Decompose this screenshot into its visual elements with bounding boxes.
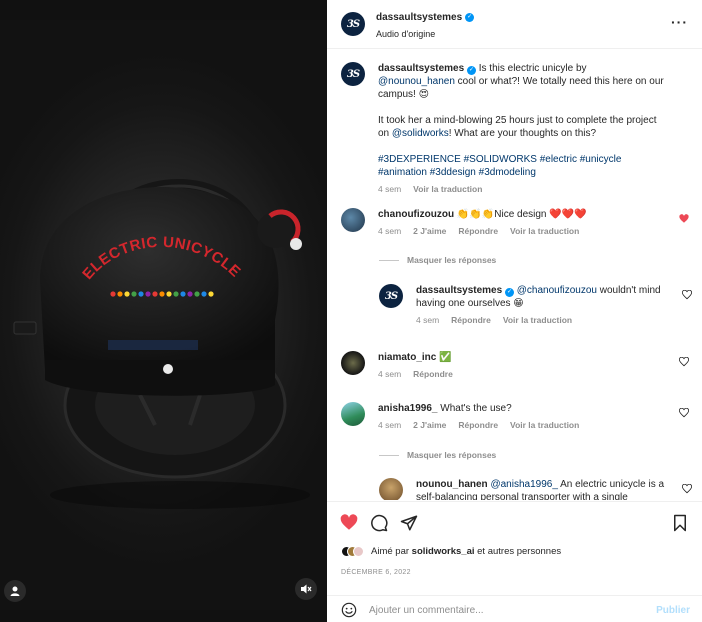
led-light	[145, 291, 151, 297]
led-light	[187, 291, 193, 297]
comments-list[interactable]: 3S dassaultsystemes ✓ Is this electric u…	[327, 50, 702, 500]
verified-icon: ✓	[504, 288, 514, 297]
mention-link[interactable]: @chanoufizouzou	[517, 285, 597, 296]
hide-replies-button[interactable]: Masquer les réponses	[379, 450, 496, 460]
mention-link[interactable]: @nounou_hanen	[378, 76, 455, 87]
translate-link[interactable]: Voir la traduction	[413, 183, 482, 196]
hashtags[interactable]: #3DEXPERIENCE #SOLIDWORKS #electric #uni…	[378, 153, 666, 179]
led-light	[138, 291, 144, 297]
comment-icon[interactable]	[370, 514, 388, 532]
comment-text: What's the use?	[440, 403, 512, 414]
avatar[interactable]: 3S	[341, 62, 365, 86]
timestamp[interactable]: 4 sem	[378, 419, 401, 432]
post-actions: Aimé par solidworks_ai et autres personn…	[327, 501, 702, 622]
hide-replies-button[interactable]: Masquer les réponses	[379, 255, 496, 265]
avatar[interactable]: 3S	[379, 284, 403, 308]
comment-text: 👏👏👏Nice design ❤️❤️❤️	[456, 209, 587, 220]
reply-button[interactable]: Répondre	[458, 225, 498, 238]
heart-icon[interactable]	[679, 408, 689, 418]
led-light	[159, 291, 165, 297]
led-light	[208, 291, 214, 297]
timestamp[interactable]: 4 sem	[378, 183, 401, 196]
audio-label[interactable]: Audio d'origine	[376, 29, 435, 39]
translate-link[interactable]: Voir la traduction	[510, 225, 579, 238]
heart-icon[interactable]	[682, 290, 692, 300]
led-light	[180, 291, 186, 297]
avatar[interactable]	[341, 208, 365, 232]
caption-text-4: ! What are your thoughts on this?	[448, 128, 597, 139]
reply-button[interactable]: Répondre	[451, 314, 491, 327]
comment-username[interactable]: chanoufizouzou	[378, 209, 454, 220]
comment-input[interactable]	[369, 602, 639, 618]
logo-text: 3S	[346, 18, 360, 30]
avatar[interactable]	[379, 478, 403, 500]
likes-count[interactable]: 2 J'aime	[413, 419, 446, 432]
translate-link[interactable]: Voir la traduction	[510, 419, 579, 432]
emoji-icon[interactable]	[341, 602, 357, 618]
heart-icon[interactable]	[682, 484, 692, 494]
verified-icon: ✓	[466, 66, 476, 75]
reply-button[interactable]: Répondre	[458, 419, 498, 432]
led-light	[166, 291, 172, 297]
caption-text-1: Is this electric unicyle by	[478, 63, 587, 74]
led-light	[117, 291, 123, 297]
led-light	[110, 291, 116, 297]
user-tag-icon	[10, 586, 20, 596]
liked-by[interactable]: Aimé par solidworks_ai et autres personn…	[341, 546, 561, 557]
led-light	[124, 291, 130, 297]
comment-text: ✅	[439, 352, 452, 363]
led-light	[173, 291, 179, 297]
divider	[379, 454, 399, 456]
avatar[interactable]: 3S	[341, 12, 365, 36]
heart-icon[interactable]	[340, 514, 358, 532]
mention-link[interactable]: @solidworks	[392, 128, 449, 139]
hide-replies-label: Masquer les réponses	[407, 450, 497, 460]
liked-by-user[interactable]: solidworks_ai	[412, 546, 475, 557]
mute-button[interactable]	[295, 578, 317, 600]
user-tag-button[interactable]	[4, 580, 26, 602]
mute-icon	[301, 584, 312, 594]
likes-count[interactable]: 2 J'aime	[413, 225, 446, 238]
led-light	[152, 291, 158, 297]
more-icon: ···	[671, 14, 688, 30]
post-author-username[interactable]: dassaultsystemes	[376, 12, 462, 23]
heart-icon[interactable]	[679, 214, 689, 224]
post-side-panel: 3S dassaultsystemes ✓ Audio d'origine ··…	[327, 0, 702, 622]
post-header: 3S dassaultsystemes ✓ Audio d'origine ··…	[327, 0, 702, 49]
timestamp[interactable]: 4 sem	[378, 225, 401, 238]
led-light	[131, 291, 137, 297]
post-date[interactable]: DÉCEMBRE 6, 2022	[341, 569, 411, 576]
liker-avatars	[341, 546, 364, 557]
post-author[interactable]: dassaultsystemes ✓	[376, 12, 475, 23]
reply-username[interactable]: nounou_hanen	[416, 479, 488, 490]
avatar[interactable]	[341, 402, 365, 426]
post-media[interactable]: ELECTRIC UNICYCLE	[0, 0, 327, 622]
bookmark-icon[interactable]	[671, 514, 689, 532]
hide-replies-label: Masquer les réponses	[407, 255, 497, 265]
publish-button[interactable]: Publier	[656, 605, 690, 616]
timestamp[interactable]: 4 sem	[378, 368, 401, 381]
led-light	[201, 291, 207, 297]
reply-username[interactable]: dassaultsystemes	[416, 285, 502, 296]
translate-link[interactable]: Voir la traduction	[503, 314, 572, 327]
unicycle-image: ELECTRIC UNICYCLE	[13, 179, 310, 509]
liked-by-suffix[interactable]: et autres personnes	[475, 546, 561, 557]
liked-by-prefix: Aimé par	[371, 546, 412, 557]
divider	[379, 259, 399, 261]
comment-bar: Publier	[327, 595, 702, 622]
comment-username[interactable]: niamato_inc	[378, 352, 436, 363]
led-light	[194, 291, 200, 297]
mention-link[interactable]: @anisha1996_	[490, 479, 557, 490]
verified-icon: ✓	[465, 13, 475, 22]
avatar[interactable]	[341, 351, 365, 375]
comment-username[interactable]: anisha1996_	[378, 403, 438, 414]
more-options-button[interactable]: ···	[671, 14, 688, 30]
heart-icon[interactable]	[679, 357, 689, 367]
caption-username[interactable]: dassaultsystemes	[378, 63, 464, 74]
avatar	[353, 546, 364, 557]
share-icon[interactable]	[400, 514, 418, 532]
timestamp[interactable]: 4 sem	[416, 314, 439, 327]
reply-button[interactable]: Répondre	[413, 368, 453, 381]
